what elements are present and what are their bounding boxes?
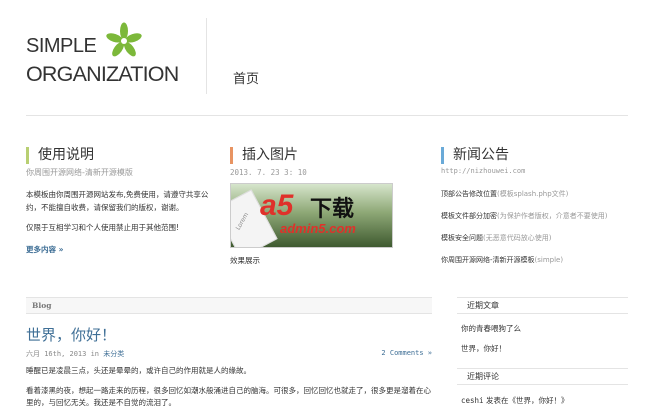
- recent-comments-heading: 近期评论: [457, 368, 628, 385]
- notice-note: (模板splash.php文件): [497, 190, 569, 198]
- usage-subtitle: 你周围开源网络-清新开源模版: [26, 168, 133, 177]
- usage-title: 使用说明: [26, 147, 211, 164]
- notice-main: 模板安全问题: [441, 234, 483, 242]
- more-content-link[interactable]: 更多内容 »: [26, 244, 211, 255]
- blog-section: Blog 世界，你好！ 六月 16th, 2013 in 未分类 2 Comme…: [26, 297, 432, 416]
- notice-item[interactable]: 顶部公告修改位置(模板splash.php文件): [441, 189, 631, 199]
- post-title-link[interactable]: 世界，你好！: [26, 324, 432, 345]
- recent-post-link[interactable]: 世界，你好！: [457, 343, 628, 354]
- post-paragraph-2: 看着漆黑的夜，想起一路走来的历程，很多回忆如潮水般涌进自己的脑海。可很多，回忆回…: [26, 386, 431, 407]
- post-body: 睡醒已是凌晨三点，头还是晕晕的，或许自己的作用就是人的缘故。 看着漆黑的夜，想起…: [26, 365, 432, 409]
- notice-main: 模板文件部分加密: [441, 212, 497, 220]
- logo-line-2: ORGANIZATION: [26, 62, 179, 86]
- notice-main: 顶部公告修改位置: [441, 190, 497, 198]
- header-divider: [206, 18, 207, 94]
- image-caption: 效果展示: [230, 256, 260, 265]
- post-comments-link[interactable]: 2 Comments »: [381, 349, 432, 357]
- notice-item[interactable]: 你周围开源网络-清新开源模板(simple): [441, 255, 631, 265]
- sidebar: 近期文章 你的青春喂狗了么 世界，你好！ 近期评论 ceshi 发表在《世界，你…: [457, 297, 628, 406]
- recent-post-link[interactable]: 你的青春喂狗了么: [457, 323, 628, 334]
- post-category-link[interactable]: 未分类: [103, 350, 124, 358]
- flower-logo-icon: [106, 22, 142, 57]
- post-date: 六月 16th, 2013 in: [26, 350, 100, 358]
- watermark-domain: admin5.com: [280, 221, 356, 236]
- watermark-a5: a5: [260, 189, 294, 222]
- site-logo[interactable]: SIMPLE ORGANIZATION: [26, 34, 179, 86]
- comment-user: ceshi: [461, 396, 484, 405]
- recent-posts-heading: 近期文章: [457, 297, 628, 314]
- header-rule: [26, 115, 628, 116]
- news-url: http://nizhouwei.com: [441, 167, 526, 175]
- logo-line-1: SIMPLE: [26, 35, 97, 57]
- news-title: 新闻公告: [441, 147, 631, 164]
- image-title: 插入图片: [230, 147, 415, 164]
- usage-section: 使用说明 你周围开源网络-清新开源模版 本模板由你周围开源网站发布,免费使用，请…: [26, 147, 211, 255]
- news-section: 新闻公告 http://nizhouwei.com 顶部公告修改位置(模板spl…: [441, 147, 631, 277]
- notice-main: 你周围开源网络-清新开源模板: [441, 256, 535, 264]
- usage-paragraph-2: 仅限于互相学习和个人使用禁止用于其他范围!: [26, 223, 180, 232]
- post-paragraph-1: 睡醒已是凌晨三点，头还是晕晕的，或许自己的作用就是人的缘故。: [26, 366, 251, 375]
- recent-comment-item[interactable]: ceshi 发表在《世界，你好！》: [457, 395, 628, 406]
- notice-item[interactable]: 模板安全问题(无恶意代码放心使用): [441, 233, 631, 243]
- watermark-download: 下载: [310, 197, 355, 222]
- notice-note: (无恶意代码放心使用): [483, 234, 552, 242]
- blog-heading: Blog: [26, 297, 432, 314]
- post-meta: 六月 16th, 2013 in 未分类 2 Comments »: [26, 349, 432, 359]
- watermark-logo: a5 下载 admin5.com: [260, 185, 400, 245]
- notice-note: (为保护作者版权，介意者不要使用): [497, 212, 608, 220]
- notice-note: (simple): [534, 256, 564, 264]
- notice-item[interactable]: 模板文件部分加密(为保护作者版权，介意者不要使用): [441, 211, 631, 221]
- nav-home-link[interactable]: 首页: [233, 68, 259, 87]
- comment-text: 发表在《世界，你好！》: [485, 396, 569, 405]
- image-date: 2013. 7. 23 3: 10: [230, 168, 307, 177]
- usage-paragraph-1: 本模板由你周围开源网站发布,免费使用，请遵守共享公约，不能擅自收费，请保留我们的…: [26, 190, 209, 212]
